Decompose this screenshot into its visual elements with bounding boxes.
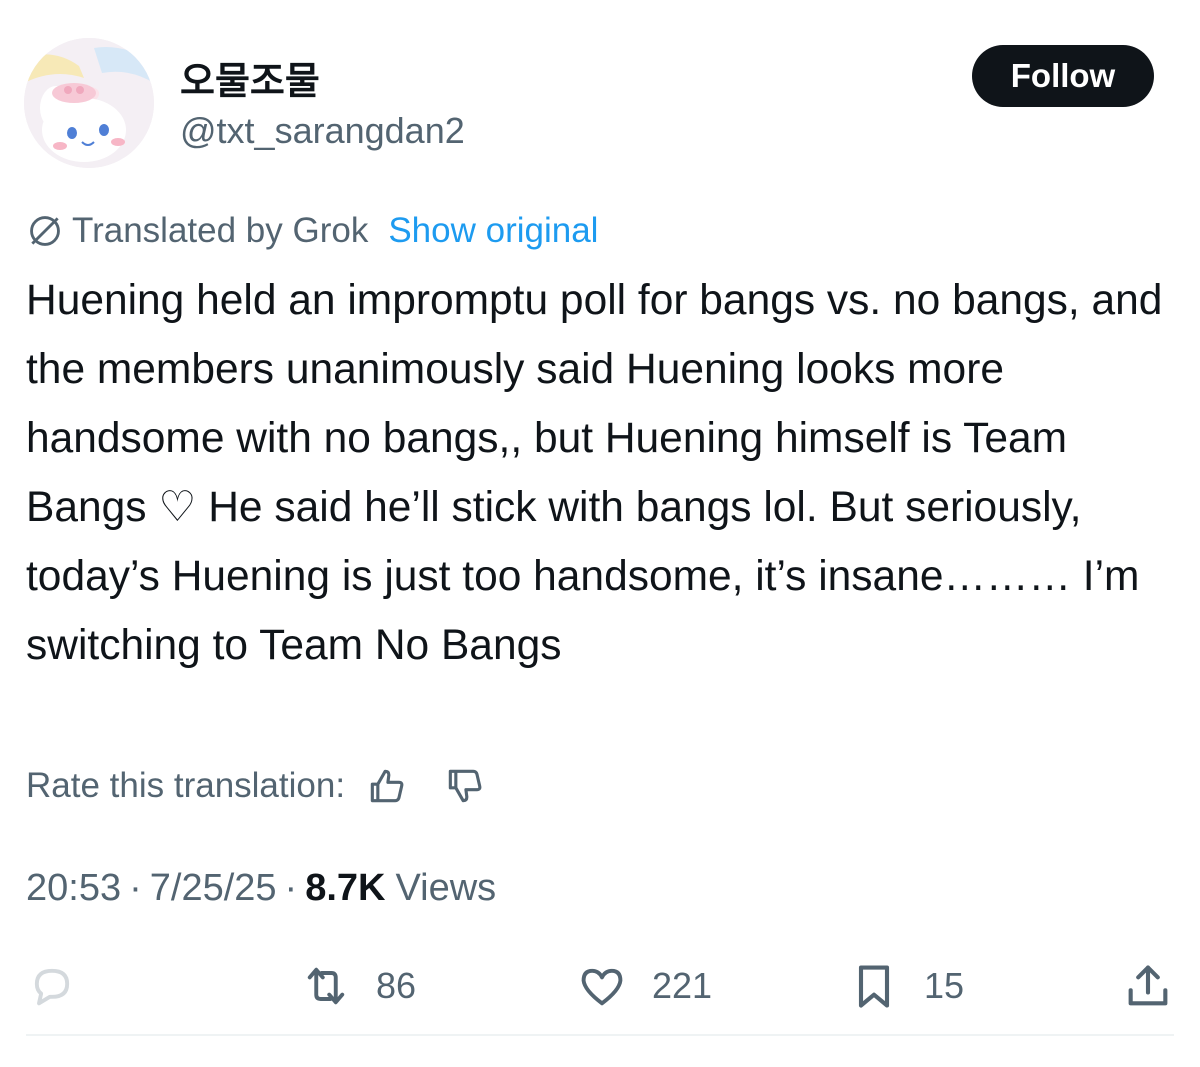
views-count: 8.7K — [305, 866, 386, 909]
meta-separator: · — [284, 866, 298, 909]
meta-separator: · — [129, 866, 142, 909]
author-display-name[interactable]: 오물조물 — [180, 50, 320, 105]
thumbs-down-icon[interactable] — [443, 764, 487, 808]
translated-by-label: Translated by Grok — [72, 211, 369, 250]
reply-button[interactable] — [26, 956, 78, 1016]
bookmark-count: 15 — [924, 965, 965, 1006]
thumbs-up-icon[interactable] — [365, 764, 409, 808]
bookmark-button[interactable]: 15 — [848, 956, 964, 1016]
share-button[interactable] — [1122, 956, 1174, 1016]
rate-translation-label: Rate this translation: — [26, 766, 346, 805]
bottom-divider — [26, 1034, 1174, 1036]
author-handle[interactable]: @txt_sarangdan2 — [180, 110, 465, 152]
bookmark-icon — [858, 965, 890, 1008]
rate-translation-row: Rate this translation: — [26, 760, 487, 812]
repost-icon — [307, 967, 345, 1005]
tweet-text: Huening held an impromptu poll for bangs… — [26, 277, 1163, 669]
avatar[interactable] — [24, 38, 154, 168]
tweet-date[interactable]: 7/25/25 — [150, 867, 277, 910]
follow-button[interactable]: Follow — [972, 45, 1154, 107]
tweet-time[interactable]: 20:53 — [26, 867, 121, 910]
share-icon — [1128, 965, 1168, 1006]
tweet-meta: 20:53 · 7/25/25 · 8.7K Views — [26, 862, 496, 914]
like-button[interactable]: 221 — [576, 956, 712, 1016]
heart-icon — [581, 968, 623, 1006]
show-original-link[interactable]: Show original — [388, 211, 598, 251]
globe-icon — [30, 216, 60, 246]
views-label: Views — [395, 866, 497, 909]
translation-row: Translated by Grok Show original — [26, 208, 598, 254]
cinnamoroll-avatar-image — [24, 38, 154, 168]
reply-icon — [34, 968, 70, 1006]
repost-count: 86 — [376, 965, 417, 1006]
like-count: 221 — [652, 965, 713, 1006]
repost-button[interactable]: 86 — [300, 956, 416, 1016]
